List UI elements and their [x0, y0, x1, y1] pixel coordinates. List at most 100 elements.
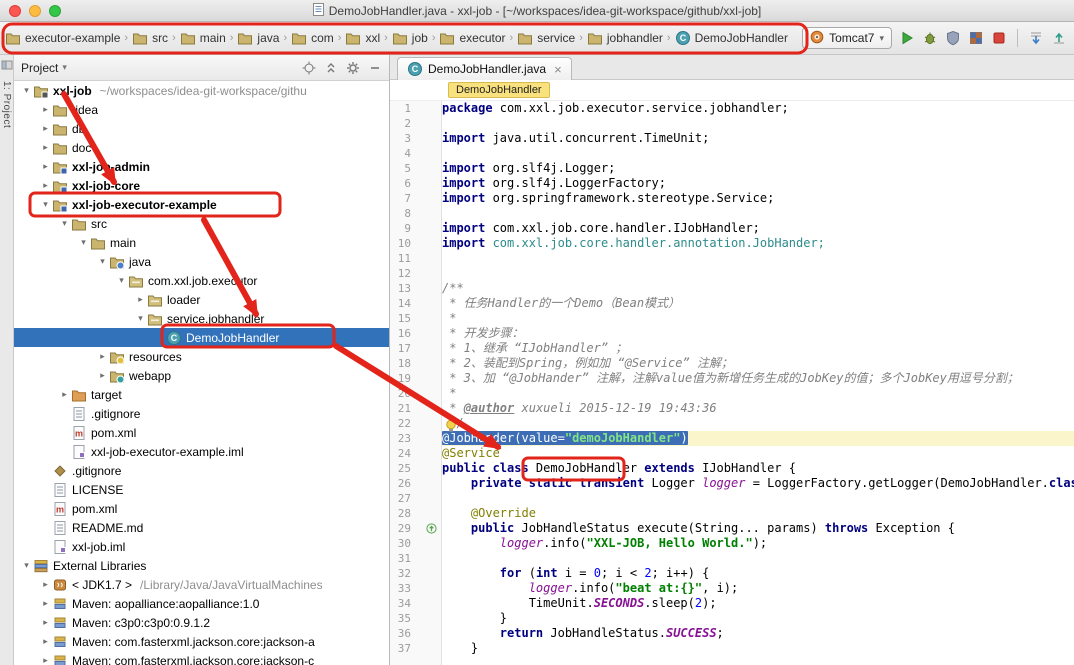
gutter-line-number[interactable]: 18 [390, 356, 441, 371]
gutter-line-number[interactable]: 25 [390, 461, 441, 476]
expand-arrow[interactable]: ▸ [39, 598, 52, 609]
tree-item-external-libraries[interactable]: ▾External Libraries [14, 556, 389, 575]
expand-arrow[interactable]: ▸ [39, 180, 52, 191]
expand-arrow[interactable]: ▸ [39, 142, 52, 153]
tree-item-demojobhandler[interactable]: CDemoJobHandler [14, 328, 389, 347]
breadcrumb-item-job[interactable]: job [391, 30, 429, 46]
tree-item-service-jobhandler[interactable]: ▾service.jobhandler [14, 309, 389, 328]
tree-item-maven-aopalliance-aopalliance-1-0[interactable]: ▸Maven: aopalliance:aopalliance:1.0 [14, 594, 389, 613]
run-button[interactable] [897, 28, 917, 48]
profile-button[interactable] [966, 28, 986, 48]
tree-item-gitignore[interactable]: .gitignore [14, 461, 389, 480]
gutter-line-number[interactable]: 3 [390, 131, 441, 146]
gutter-line-number[interactable]: 20 [390, 386, 441, 401]
breadcrumb-item-xxl[interactable]: xxl [344, 30, 381, 46]
gutter-line-number[interactable]: 22 [390, 416, 441, 431]
tree-item-xxl-job-core[interactable]: ▸xxl-job-core [14, 176, 389, 195]
tree-item-gitignore[interactable]: .gitignore [14, 404, 389, 423]
breadcrumb-item-executor-example[interactable]: executor-example [4, 30, 121, 46]
project-tree[interactable]: ▾xxl-job~/workspaces/idea-git-workspace/… [14, 81, 389, 665]
breadcrumb-item-demojobhandler[interactable]: CDemoJobHandler [674, 30, 789, 46]
expand-arrow[interactable]: ▾ [134, 313, 147, 324]
gutter-line-number[interactable]: 16 [390, 326, 441, 341]
tree-item-main[interactable]: ▾main [14, 233, 389, 252]
tree-item-xxl-job-executor-example[interactable]: ▾xxl-job-executor-example [14, 195, 389, 214]
tree-item-com-xxl-job-executor[interactable]: ▾com.xxl.job.executor [14, 271, 389, 290]
expand-arrow[interactable]: ▸ [134, 294, 147, 305]
expand-arrow[interactable]: ▸ [39, 617, 52, 628]
run-config-select[interactable]: Tomcat7 ▾ [802, 27, 892, 49]
gutter-line-number[interactable]: 15 [390, 311, 441, 326]
stop-button[interactable] [989, 28, 1009, 48]
expand-arrow[interactable]: ▸ [39, 161, 52, 172]
expand-arrow[interactable]: ▾ [115, 275, 128, 286]
gutter-line-number[interactable]: 5 [390, 161, 441, 176]
expand-arrow[interactable]: ▾ [96, 256, 109, 267]
tree-item-xxl-job[interactable]: ▾xxl-job~/workspaces/idea-git-workspace/… [14, 81, 389, 100]
tree-item-xxl-job-admin[interactable]: ▸xxl-job-admin [14, 157, 389, 176]
gutter-line-number[interactable]: 33 [390, 581, 441, 596]
tree-item-pom-xml[interactable]: mpom.xml [14, 423, 389, 442]
expand-arrow[interactable]: ▾ [39, 199, 52, 210]
expand-arrow[interactable]: ▸ [58, 389, 71, 400]
tree-item-pom-xml[interactable]: mpom.xml [14, 499, 389, 518]
gutter-line-number[interactable]: 8 [390, 206, 441, 221]
code-editor[interactable]: 1234567891011121314151617181920212223242… [390, 101, 1074, 665]
expand-arrow[interactable]: ▸ [39, 123, 52, 134]
tree-item-readme-md[interactable]: README.md [14, 518, 389, 537]
gutter-line-number[interactable]: 35 [390, 611, 441, 626]
gutter-line-number[interactable]: 23 [390, 431, 441, 446]
tree-item-maven-com-fasterxml-jackson-core-jackson-a[interactable]: ▸Maven: com.fasterxml.jackson.core:jacks… [14, 632, 389, 651]
gutter-line-number[interactable]: 14 [390, 296, 441, 311]
tree-item-resources[interactable]: ▸resources [14, 347, 389, 366]
gutter-line-number[interactable]: 1 [390, 101, 441, 116]
tree-item-db[interactable]: ▸db [14, 119, 389, 138]
breadcrumb-item-com[interactable]: com [290, 30, 335, 46]
expand-arrow[interactable]: ▸ [39, 579, 52, 590]
gutter-line-number[interactable]: 2 [390, 116, 441, 131]
close-tab-icon[interactable]: × [554, 63, 562, 76]
vcs-update-button[interactable] [1026, 28, 1046, 48]
gutter-line-number[interactable]: 6 [390, 176, 441, 191]
tree-item-src[interactable]: ▾src [14, 214, 389, 233]
tree-item-jdk1-7[interactable]: ▸< JDK1.7 >/Library/Java/JavaVirtualMach… [14, 575, 389, 594]
debug-button[interactable] [920, 28, 940, 48]
gutter-line-number[interactable]: 9 [390, 221, 441, 236]
breadcrumb-item-src[interactable]: src [131, 30, 169, 46]
expand-arrow[interactable]: ▸ [39, 104, 52, 115]
expand-arrow[interactable]: ▾ [20, 560, 33, 571]
gutter-line-number[interactable]: 34 [390, 596, 441, 611]
intention-bulb-icon[interactable] [445, 419, 457, 433]
tree-item-loader[interactable]: ▸loader [14, 290, 389, 309]
editor-gutter[interactable]: 1234567891011121314151617181920212223242… [390, 101, 442, 665]
editor-breadcrumb-chip[interactable]: DemoJobHandler [448, 82, 550, 98]
gutter-line-number[interactable]: 36 [390, 626, 441, 641]
tree-item-license[interactable]: LICENSE [14, 480, 389, 499]
tree-item-doc[interactable]: ▸doc [14, 138, 389, 157]
gutter-line-number[interactable]: 24 [390, 446, 441, 461]
expand-arrow[interactable]: ▾ [77, 237, 90, 248]
gutter-line-number[interactable]: 13 [390, 281, 441, 296]
gutter-line-number[interactable]: 21 [390, 401, 441, 416]
breadcrumb-item-jobhandler[interactable]: jobhandler [586, 30, 664, 46]
gutter-line-number[interactable]: 11 [390, 251, 441, 266]
expand-arrow[interactable]: ▾ [20, 85, 33, 96]
expand-arrow[interactable]: ▸ [39, 655, 52, 665]
hide-icon[interactable] [368, 61, 382, 75]
editor-tab[interactable]: C DemoJobHandler.java × [397, 57, 572, 80]
gutter-line-number[interactable]: 4 [390, 146, 441, 161]
locate-icon[interactable] [302, 61, 316, 75]
gutter-line-number[interactable]: 31 [390, 551, 441, 566]
vcs-push-button[interactable] [1049, 28, 1069, 48]
expand-arrow[interactable]: ▸ [96, 370, 109, 381]
settings-gear-icon[interactable] [346, 61, 360, 75]
gutter-line-number[interactable]: 7 [390, 191, 441, 206]
gutter-line-number[interactable]: 30 [390, 536, 441, 551]
gutter-line-number[interactable]: 19 [390, 371, 441, 386]
tree-item-maven-c3p0-c3p0-0-9-1-2[interactable]: ▸Maven: c3p0:c3p0:0.9.1.2 [14, 613, 389, 632]
project-tool-window-tab[interactable]: 1: Project [1, 81, 12, 128]
tree-item-xxl-job-iml[interactable]: xxl-job.iml [14, 537, 389, 556]
tree-item-xxl-job-executor-example-iml[interactable]: xxl-job-executor-example.iml [14, 442, 389, 461]
project-panel-title[interactable]: Project [21, 61, 58, 75]
gutter-line-number[interactable]: 37 [390, 641, 441, 656]
